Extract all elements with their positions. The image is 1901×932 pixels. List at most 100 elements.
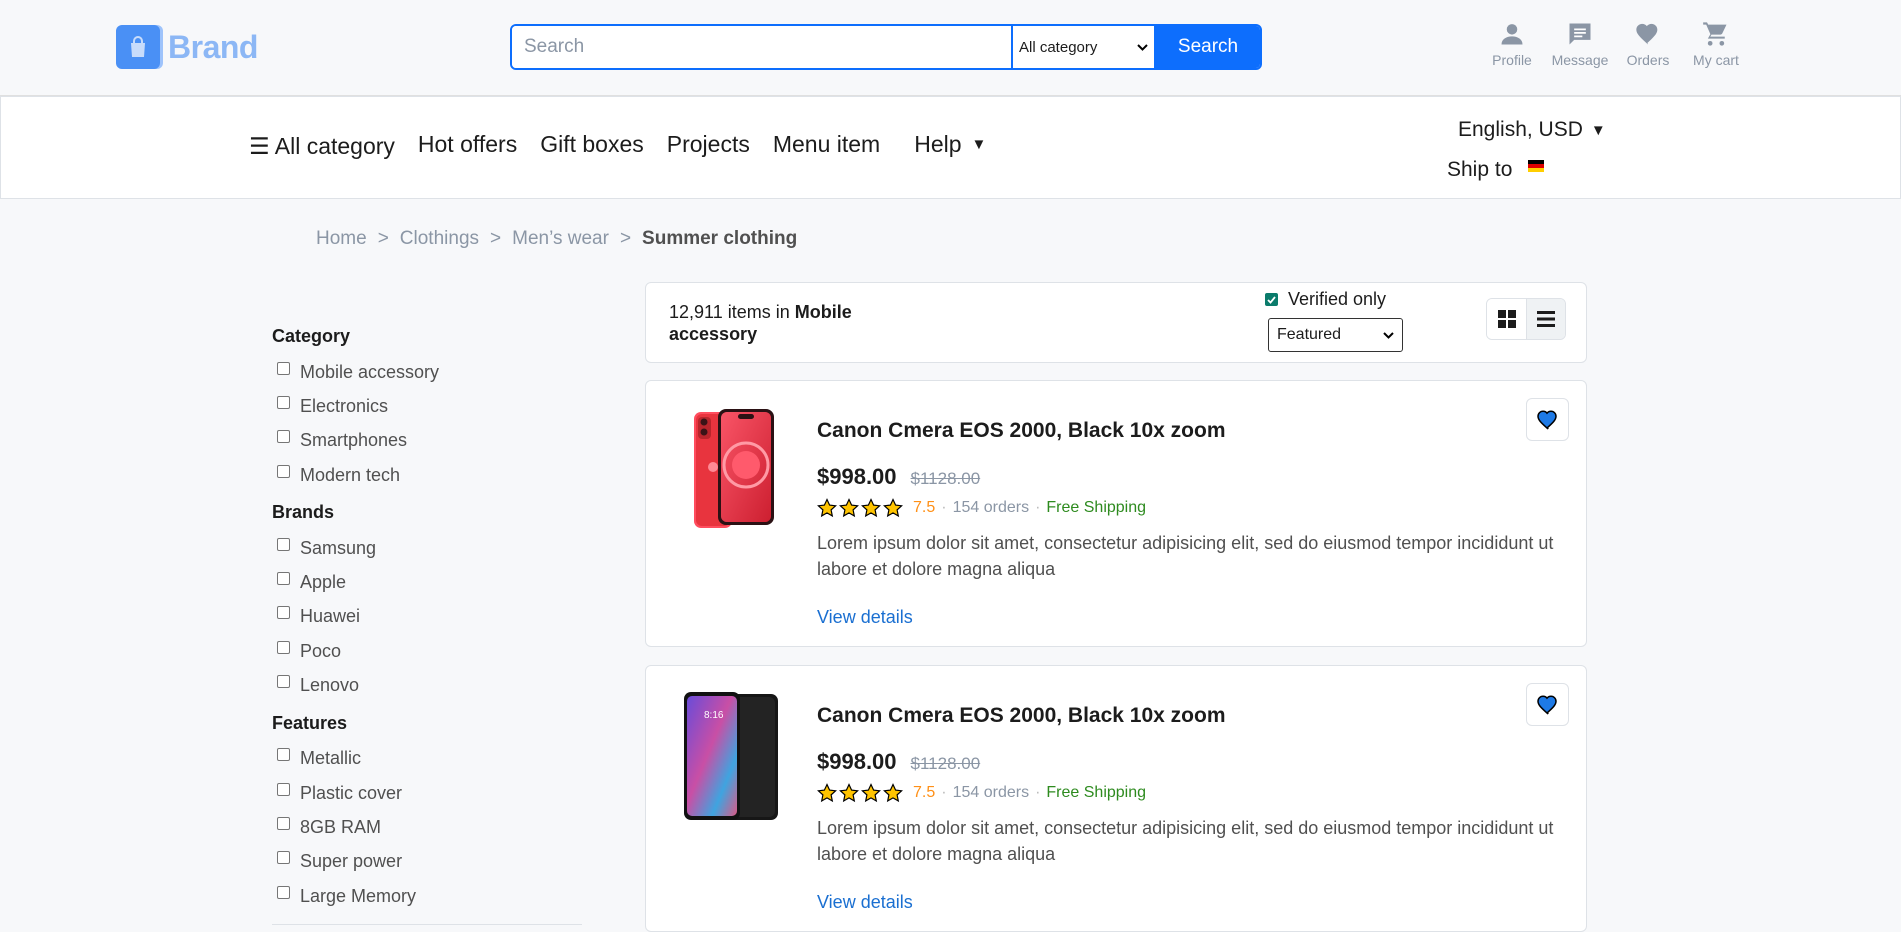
filter-option[interactable]: Apple xyxy=(272,565,582,599)
nav-all-category[interactable]: ☰ All category xyxy=(249,133,395,160)
breadcrumb-mens-wear[interactable]: Men’s wear xyxy=(512,228,609,250)
product-image[interactable] xyxy=(684,407,780,535)
star-icon xyxy=(861,783,881,803)
grid-view-button[interactable] xyxy=(1487,299,1526,339)
heart-icon xyxy=(1636,23,1658,45)
checkbox[interactable] xyxy=(277,361,290,375)
product-card: Canon Cmera EOS 2000, Black 10x zoom $99… xyxy=(645,380,1587,647)
filter-option[interactable]: Smartphones xyxy=(272,424,582,458)
filter-option[interactable]: Huawei xyxy=(272,600,582,634)
breadcrumb-current: Summer clothing xyxy=(642,228,798,249)
breadcrumb-home[interactable]: Home xyxy=(316,228,367,250)
filter-option[interactable]: Large Memory xyxy=(272,879,582,913)
product-card: 8:16 Canon Cmera EOS 2000, Black 10x zoo… xyxy=(645,665,1587,932)
view-toggle xyxy=(1486,298,1566,340)
checkbox[interactable] xyxy=(277,640,290,654)
checkbox[interactable] xyxy=(277,748,290,762)
breadcrumb-separator: > xyxy=(490,228,502,249)
checkbox[interactable] xyxy=(277,464,290,478)
cart-action[interactable]: My cart xyxy=(1682,20,1750,68)
star-icon xyxy=(839,498,859,518)
breadcrumb: Home > Clothings > Men’s wear > Summer c… xyxy=(316,228,797,250)
filter-option[interactable]: Metallic xyxy=(272,742,582,776)
filter-option[interactable]: Mobile accessory xyxy=(272,355,582,389)
language-currency-dropdown[interactable]: English, USD ▼ xyxy=(1458,118,1606,142)
checkbox[interactable] xyxy=(277,851,290,865)
divider xyxy=(272,924,582,925)
filter-option-label: Mobile accessory xyxy=(300,361,440,382)
results-count: 12,911 items in Mobile accessory xyxy=(669,301,869,345)
header-actions: Profile Message Orders My cart xyxy=(1478,20,1750,68)
filter-option[interactable]: 8GB RAM xyxy=(272,810,582,844)
ship-to-selector[interactable]: Ship to xyxy=(1447,158,1545,182)
brand-name: Brand xyxy=(168,28,258,65)
star-icon xyxy=(839,783,859,803)
checkbox[interactable] xyxy=(277,885,290,899)
filter-option[interactable]: Samsung xyxy=(272,531,582,565)
product-image[interactable]: 8:16 xyxy=(684,692,780,820)
favorite-button[interactable] xyxy=(1526,398,1569,441)
product-description: Lorem ipsum dolor sit amet, consectetur … xyxy=(817,533,1554,579)
nav-help-dropdown[interactable]: Help ▼ xyxy=(914,131,986,158)
filter-option-label: 8GB RAM xyxy=(300,816,382,837)
message-action[interactable]: Message xyxy=(1546,20,1614,68)
profile-action[interactable]: Profile xyxy=(1478,20,1546,68)
shipping-info: Free Shipping xyxy=(1046,499,1147,516)
filter-option-label: Super power xyxy=(300,851,403,872)
filter-option-label: Apple xyxy=(300,572,347,593)
view-details-link[interactable]: View details xyxy=(817,892,913,913)
checkbox[interactable] xyxy=(277,675,290,689)
product-price: $998.00 xyxy=(817,749,897,774)
filter-option[interactable]: Electronics xyxy=(272,389,582,423)
list-view-button[interactable] xyxy=(1526,299,1565,339)
checkbox[interactable] xyxy=(277,782,290,796)
checkbox[interactable] xyxy=(277,430,290,444)
search-input[interactable] xyxy=(512,26,1011,68)
checkbox[interactable] xyxy=(277,572,290,586)
chevron-down-icon xyxy=(1137,43,1148,51)
product-title[interactable]: Canon Cmera EOS 2000, Black 10x zoom xyxy=(817,419,1226,443)
favorite-button[interactable] xyxy=(1526,683,1569,726)
category-select[interactable]: All category xyxy=(1011,26,1156,68)
filter-option-label: Lenovo xyxy=(300,675,360,696)
orders-action[interactable]: Orders xyxy=(1614,20,1682,68)
nav-projects[interactable]: Projects xyxy=(667,131,750,158)
sort-select[interactable]: Featured xyxy=(1268,318,1403,352)
nav-menu-item[interactable]: Menu item xyxy=(773,131,880,158)
filter-option-label: Metallic xyxy=(300,748,362,769)
nav-gift-boxes[interactable]: Gift boxes xyxy=(540,131,644,158)
rating-value: 7.5 xyxy=(913,499,936,516)
star-icon xyxy=(817,783,837,803)
checkbox[interactable] xyxy=(277,606,290,620)
verified-only-toggle[interactable]: Verified only xyxy=(1265,289,1386,310)
brand-logo-link[interactable]: Brand xyxy=(116,25,258,69)
filter-option[interactable]: Super power xyxy=(272,845,582,879)
breadcrumb-clothings[interactable]: Clothings xyxy=(400,228,479,250)
search-bar: All category Search xyxy=(510,24,1262,70)
rating-value: 7.5 xyxy=(913,784,936,801)
filter-option[interactable]: Plastic cover xyxy=(272,776,582,810)
separator-dot: · xyxy=(941,784,947,801)
search-button[interactable]: Search xyxy=(1156,26,1260,68)
person-icon xyxy=(1501,24,1523,45)
checkbox[interactable] xyxy=(277,816,290,830)
order-count: 154 orders xyxy=(952,784,1030,801)
star-icon xyxy=(883,783,903,803)
nav-hot-offers[interactable]: Hot offers xyxy=(418,131,517,158)
caret-down-icon: ▼ xyxy=(1590,121,1606,139)
checkbox[interactable] xyxy=(277,537,290,551)
filter-option[interactable]: Poco xyxy=(272,634,582,668)
checkbox-checked[interactable] xyxy=(1265,293,1278,306)
star-icon xyxy=(883,498,903,518)
filter-option[interactable]: Modern tech xyxy=(272,458,582,492)
checkbox[interactable] xyxy=(277,395,290,409)
rating-stars xyxy=(817,783,905,803)
filter-option-label: Electronics xyxy=(300,395,389,416)
top-header: Brand All category Search Profile Messag… xyxy=(0,0,1901,96)
product-old-price: $1128.00 xyxy=(910,754,981,773)
view-details-link[interactable]: View details xyxy=(817,607,913,628)
filter-option[interactable]: Lenovo xyxy=(272,668,582,702)
filter-sidebar: Category Mobile accessory Electronics Sm… xyxy=(272,326,582,925)
product-title[interactable]: Canon Cmera EOS 2000, Black 10x zoom xyxy=(817,704,1226,728)
filter-option-label: Plastic cover xyxy=(300,782,403,803)
